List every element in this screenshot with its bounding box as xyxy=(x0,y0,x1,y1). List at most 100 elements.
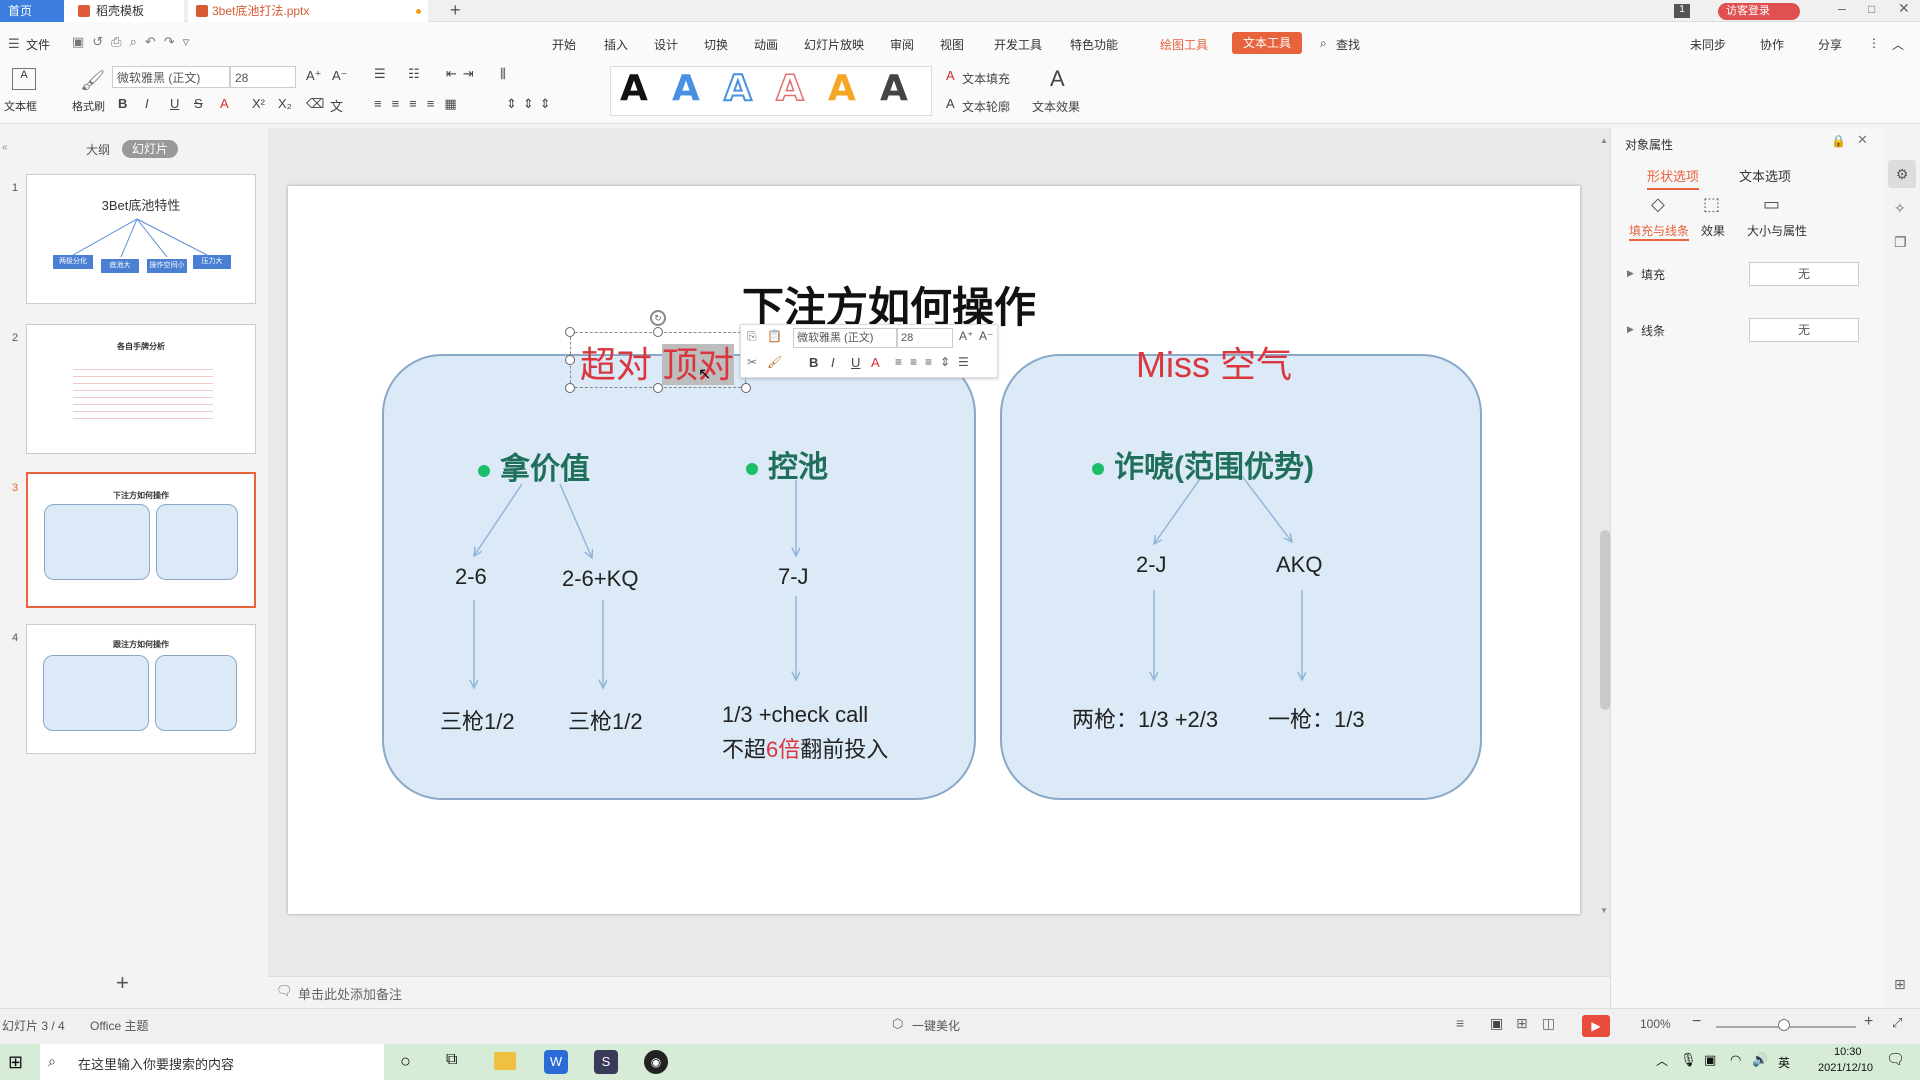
file-explorer-icon[interactable] xyxy=(494,1052,516,1070)
reading-view-icon[interactable]: ◫ xyxy=(1542,1015,1555,1032)
textbox-icon[interactable]: A xyxy=(12,68,36,90)
minimize-icon[interactable]: – xyxy=(1838,0,1846,16)
menu-file[interactable]: 文件 xyxy=(26,36,50,53)
number-list-icon[interactable]: ☷ xyxy=(408,66,420,82)
italic-icon[interactable]: I xyxy=(145,96,149,111)
menu-share[interactable]: 分享 xyxy=(1818,36,1842,53)
notes-toggle-icon[interactable]: ≡ xyxy=(1456,1015,1464,1031)
label-2-j[interactable]: 2-J xyxy=(1136,552,1167,578)
login-button[interactable]: 访客登录 xyxy=(1718,3,1800,20)
columns-icon[interactable]: ⫼ xyxy=(500,66,506,82)
float-shrink-font-icon[interactable]: A⁻ xyxy=(979,329,993,343)
menu-search[interactable]: 查找 xyxy=(1336,36,1360,53)
notes-bar[interactable]: 🗨 单击此处添加备注 xyxy=(268,976,1610,1006)
float-size-select[interactable]: 28 xyxy=(897,328,953,348)
zoom-in-icon[interactable]: + xyxy=(1864,1013,1873,1031)
menu-collab[interactable]: 协作 xyxy=(1760,36,1784,53)
new-tab-icon[interactable]: + xyxy=(450,0,461,21)
text-effect-button[interactable]: 文本效果 xyxy=(1032,98,1080,115)
zoom-slider-thumb[interactable] xyxy=(1778,1019,1790,1031)
grow-font-icon[interactable]: A⁺ xyxy=(306,68,322,84)
text-effect-icon[interactable]: A xyxy=(1050,66,1065,92)
right-heading[interactable]: Miss 空气 xyxy=(1136,336,1292,388)
menu-insert[interactable]: 插入 xyxy=(604,36,628,53)
cortana-icon[interactable]: ○ xyxy=(400,1051,411,1072)
label-akq[interactable]: AKQ xyxy=(1276,552,1322,578)
strike-icon[interactable]: S xyxy=(194,96,203,111)
tab-file[interactable]: 3bet底池打法.pptx xyxy=(188,0,428,22)
menu-features[interactable]: 特色功能 xyxy=(1070,36,1118,53)
fit-window-icon[interactable]: ⤢ xyxy=(1892,1015,1902,1031)
float-color-icon[interactable]: A xyxy=(871,355,880,370)
float-grow-font-icon[interactable]: A⁺ xyxy=(959,329,973,343)
line-select[interactable]: 无 xyxy=(1749,318,1859,342)
subscript-icon[interactable]: X₂ xyxy=(278,96,292,111)
subtab-effect[interactable]: 效果 xyxy=(1701,222,1725,239)
wordart-style-blue-outline[interactable]: A xyxy=(723,67,753,110)
panel-title[interactable]: 对象属性 xyxy=(1625,136,1673,153)
align-icons[interactable]: ≡≡≡≡▦ xyxy=(374,96,467,112)
windows-start-icon[interactable]: ⊞ xyxy=(8,1052,23,1073)
wifi-icon[interactable]: ◠ xyxy=(1730,1052,1741,1068)
grid-icon[interactable]: ⊞ xyxy=(1894,976,1906,993)
tab-text-options[interactable]: 文本选项 xyxy=(1739,166,1791,185)
zoom-level[interactable]: 100% xyxy=(1640,1017,1671,1031)
text-outline-icon[interactable]: A xyxy=(946,96,955,111)
menu-review[interactable]: 审阅 xyxy=(890,36,914,53)
format-painter-button[interactable]: 格式刷 xyxy=(72,98,105,114)
label-2-6[interactable]: 2-6 xyxy=(455,564,487,590)
notification-icon[interactable]: 🗨 xyxy=(1886,1050,1905,1068)
cut-icon[interactable]: ✂ xyxy=(747,355,757,369)
tray-icon[interactable]: ▣ xyxy=(1704,1052,1716,1068)
text-fill-icon[interactable]: A xyxy=(946,68,955,83)
resize-handle[interactable] xyxy=(741,383,751,393)
menu-view[interactable]: 视图 xyxy=(940,36,964,53)
hamburger-icon[interactable]: ☰ xyxy=(8,36,20,52)
fill-select[interactable]: 无 xyxy=(1749,262,1859,286)
clock-date[interactable]: 2021/12/10 xyxy=(1818,1062,1873,1074)
subtab-size[interactable]: 大小与属性 xyxy=(1747,222,1807,239)
resize-handle[interactable] xyxy=(565,327,575,337)
label-2-6-kq[interactable]: 2-6+KQ xyxy=(562,566,638,592)
menu-unsync[interactable]: 未同步 xyxy=(1690,36,1726,53)
taskbar-search-box[interactable]: ⌕ 在这里输入你要搜索的内容 xyxy=(40,1044,384,1080)
label-check-call[interactable]: 1/3 +check call xyxy=(722,702,868,728)
wps-writer-icon[interactable]: W xyxy=(544,1050,568,1074)
task-view-icon[interactable]: ⧉ xyxy=(446,1051,457,1069)
notes-placeholder[interactable]: 单击此处添加备注 xyxy=(298,984,402,1003)
label-7-j[interactable]: 7-J xyxy=(778,564,809,590)
slide-thumbnail-3[interactable]: 下注方如何操作 xyxy=(26,472,256,608)
indent-icons[interactable]: ⇤⇥ xyxy=(446,66,480,82)
float-italic-icon[interactable]: I xyxy=(831,355,835,370)
menu-text-tools[interactable]: 文本工具 xyxy=(1232,32,1302,54)
beautify-icon[interactable]: ⬡ xyxy=(892,1016,903,1032)
slide-thumbnail-2[interactable]: 各自手牌分析 xyxy=(26,324,256,454)
float-underline-icon[interactable]: U xyxy=(851,355,860,370)
wordart-style-blue[interactable]: A xyxy=(672,68,700,109)
resize-handle[interactable] xyxy=(565,355,575,365)
beautify-button[interactable]: 一键美化 xyxy=(912,1017,960,1034)
menu-design[interactable]: 设计 xyxy=(654,36,678,53)
bullet-list-icon[interactable]: ☰ xyxy=(374,66,386,82)
text-fill-button[interactable]: 文本填充 xyxy=(962,70,1010,87)
resize-handle[interactable] xyxy=(565,383,575,393)
superscript-icon[interactable]: X² xyxy=(252,96,265,111)
maximize-icon[interactable]: □ xyxy=(1868,2,1875,16)
wordart-style-black[interactable]: A xyxy=(620,68,648,109)
fill-line-icon[interactable]: ◇ xyxy=(1651,194,1665,215)
fill-label[interactable]: 填充 xyxy=(1641,266,1665,283)
mic-icon[interactable]: 🎙 xyxy=(1680,1052,1697,1068)
style-icon[interactable]: ✧ xyxy=(1894,200,1906,217)
shrink-font-icon[interactable]: A⁻ xyxy=(332,68,348,84)
app-icon-3[interactable]: ◉ xyxy=(644,1050,668,1074)
textbox-button[interactable]: 文本框 xyxy=(4,98,37,114)
input-language[interactable]: 英 xyxy=(1778,1054,1790,1071)
size-icon[interactable]: ▭ xyxy=(1763,194,1780,215)
collapse-panel-icon[interactable]: « xyxy=(2,142,8,153)
menu-animation[interactable]: 动画 xyxy=(754,36,778,53)
app-icon-2[interactable]: S xyxy=(594,1050,618,1074)
tab-shape-options[interactable]: 形状选项 xyxy=(1647,166,1700,190)
menu-start[interactable]: 开始 xyxy=(552,36,576,53)
clock-time[interactable]: 10:30 xyxy=(1834,1046,1862,1058)
paste-icon[interactable]: 📋 xyxy=(767,329,782,343)
